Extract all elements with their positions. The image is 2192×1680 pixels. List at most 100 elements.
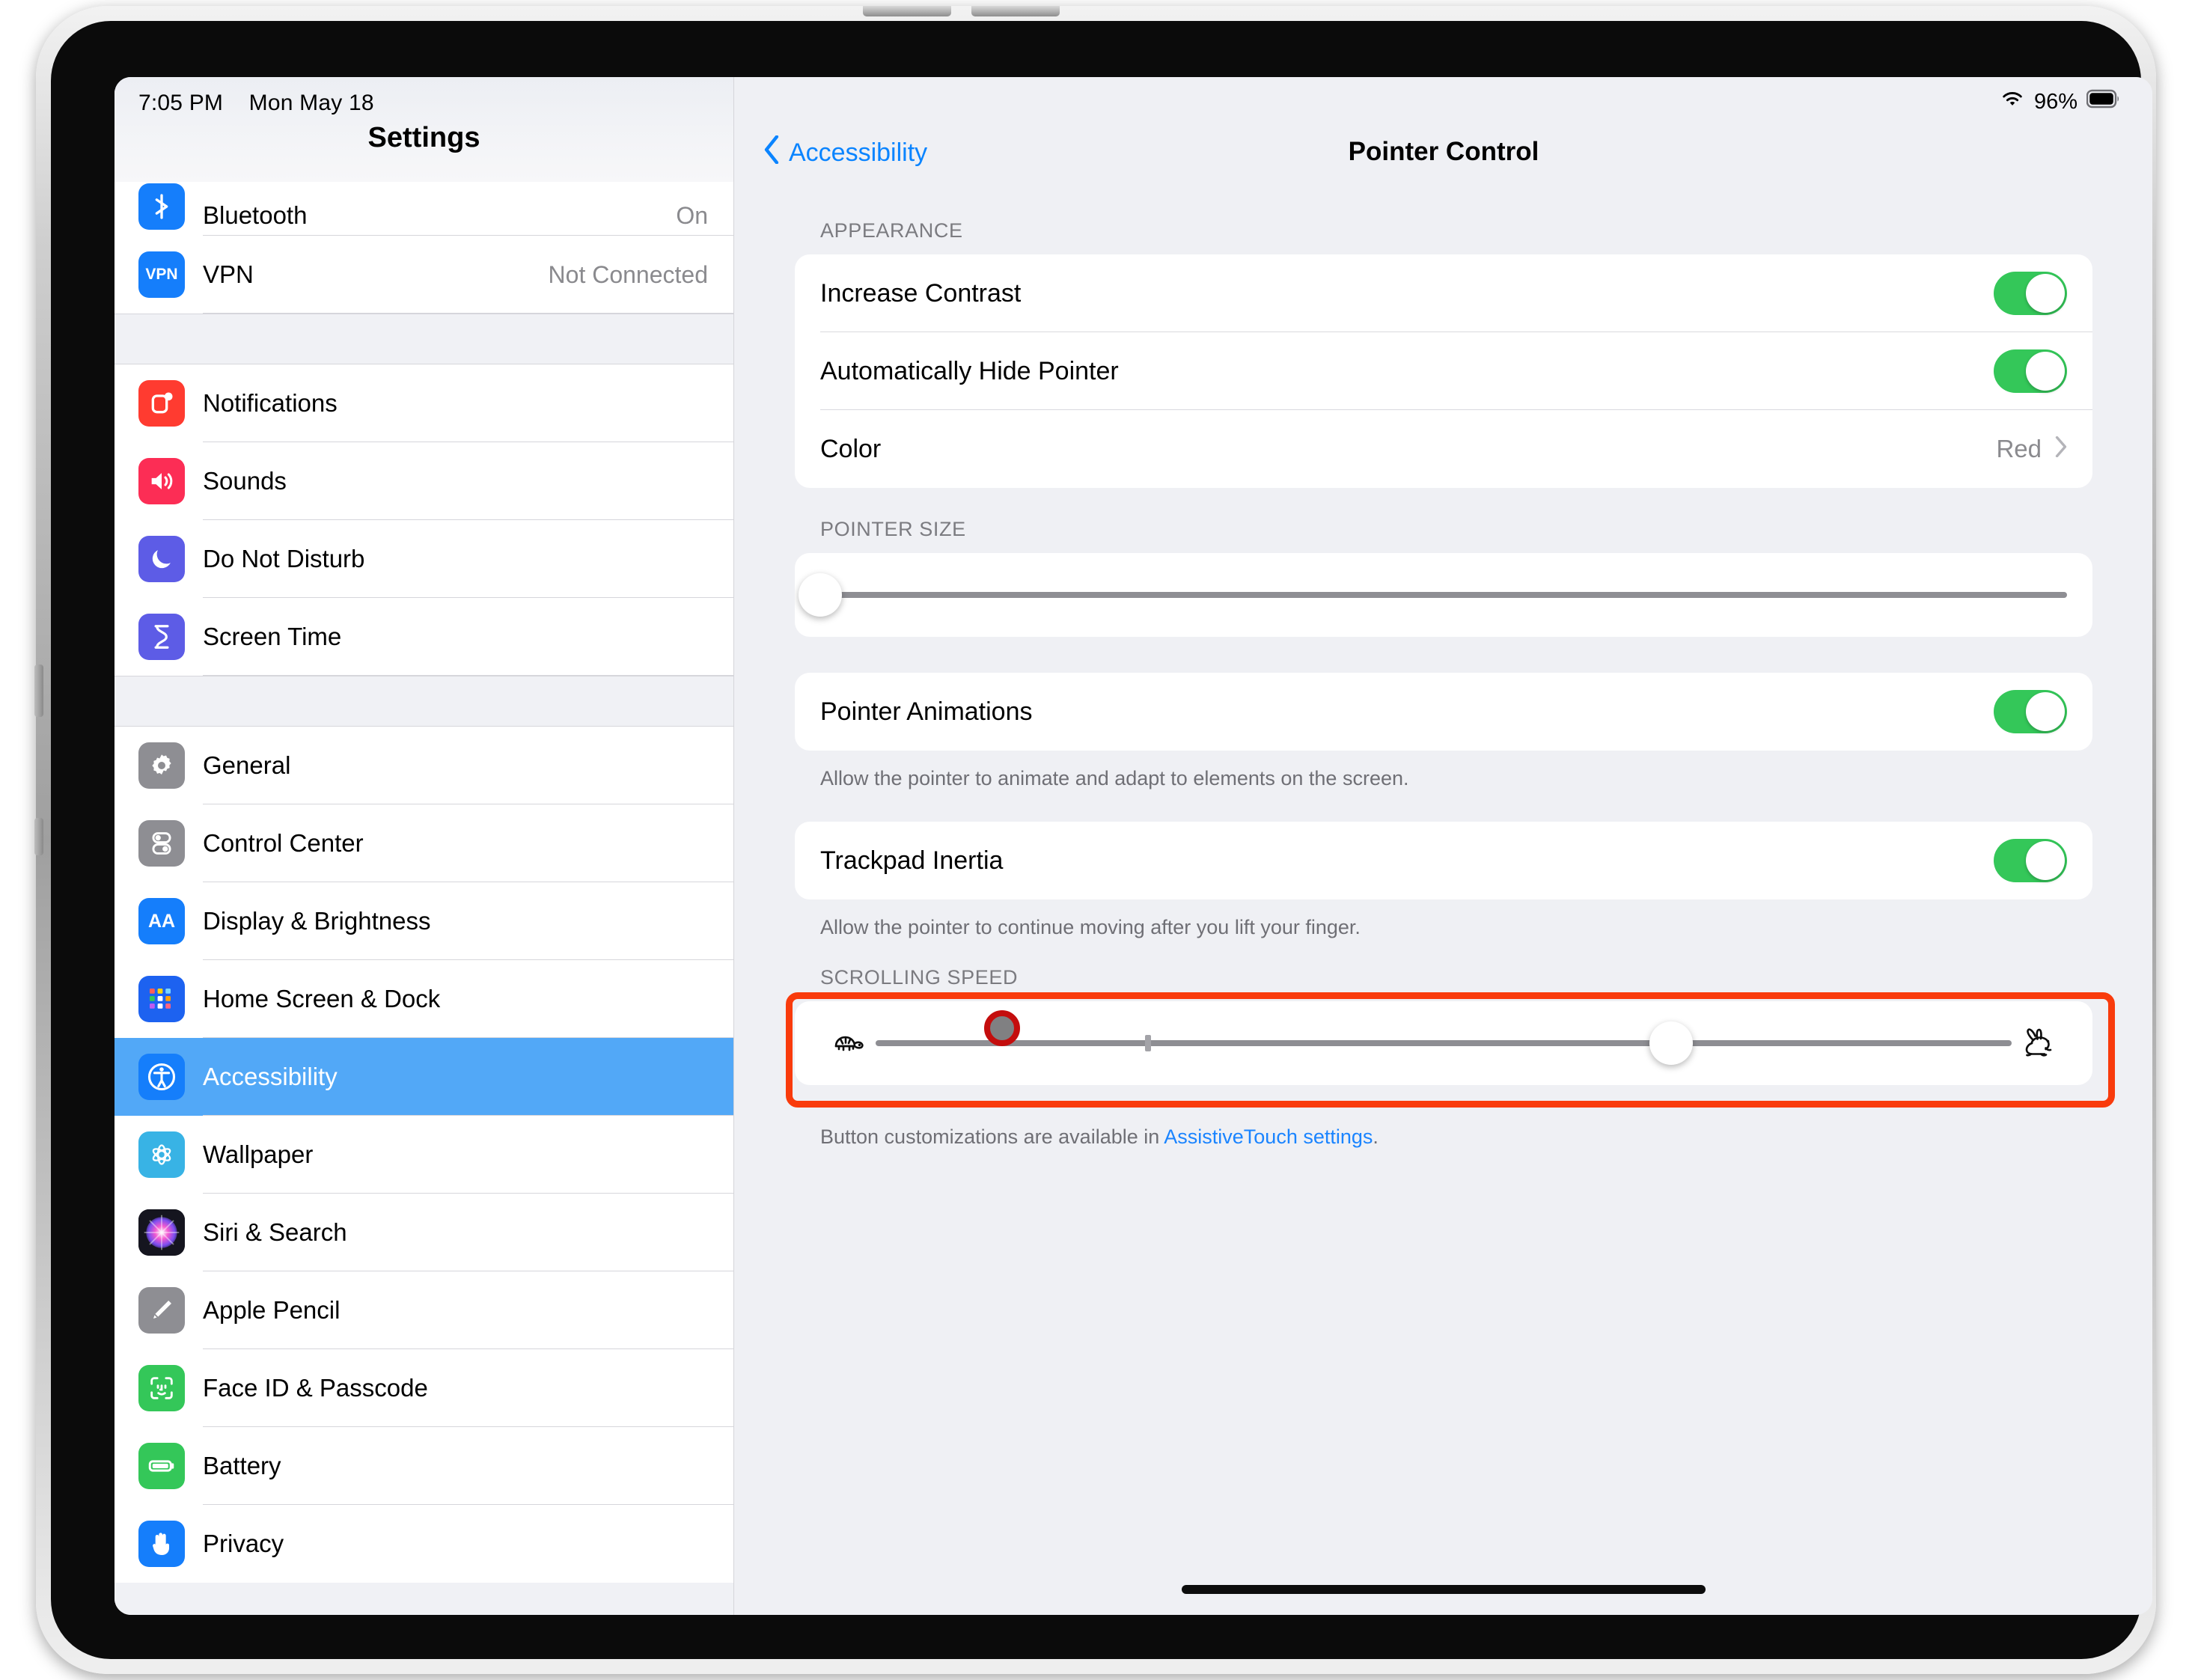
trackpad-inertia-footnote: Allow the pointer to continue moving aft… [820,916,1361,939]
sidebar-item-label: General [203,751,291,779]
footnote-text-after: . [1373,1125,1379,1149]
apple-pencil-icon [138,1287,185,1334]
row-increase-contrast[interactable]: Increase Contrast [795,254,2092,332]
pointer-size-track[interactable] [799,573,2067,617]
display-brightness-icon: AA [138,898,185,944]
sidebar-item-value: Not Connected [548,260,708,288]
sidebar-item-label: Sounds [203,467,287,495]
battery-percent-label: 96% [2033,89,2077,114]
sidebar-item-battery[interactable]: Battery [115,1427,733,1505]
siri-search-icon [138,1209,185,1256]
toggle-knob [2026,841,2065,881]
increase-contrast-label: Increase Contrast [820,278,1022,308]
sidebar-item-screen-time[interactable]: Screen Time [115,598,733,676]
volume-up-button[interactable] [863,6,951,16]
sidebar-item-label: Control Center [203,829,364,857]
page-title: Settings [367,122,480,153]
scrolling-speed-tick [1145,1035,1152,1052]
sidebar-item-general[interactable]: General [115,727,733,804]
sidebar-item-label: Privacy [203,1530,284,1557]
sidebar-item-label: Battery [203,1452,281,1479]
scrolling-speed-section-header: SCROLLING SPEED [820,966,1019,989]
trackpad-inertia-card: Trackpad Inertia [795,822,2092,900]
auto-hide-pointer-label: Automatically Hide Pointer [820,356,1119,385]
turtle-icon [820,1027,876,1060]
status-date: Mon May 18 [248,91,374,115]
sidebar-item-label: Face ID & Passcode [203,1374,428,1402]
auto-hide-pointer-toggle[interactable] [1994,349,2067,393]
accessibility-icon [138,1054,185,1100]
pointer-control-pane: 96% Accessibility Pointer Control APPEAR… [735,77,2152,1615]
face-id-icon [138,1365,185,1411]
color-value-text: Red [1996,435,2042,462]
sidebar-item-notifications[interactable]: Notifications [115,364,733,442]
scrolling-speed-track[interactable] [876,1021,2012,1066]
sidebar-item-bluetooth[interactable]: Bluetooth On [115,182,733,236]
scrolling-speed-thumb[interactable] [1649,1021,1693,1066]
pointer-animations-toggle[interactable] [1994,690,2067,733]
mouse-pointer [984,1010,1020,1046]
sidebar-item-privacy[interactable]: Privacy [115,1505,733,1583]
row-separator [203,313,733,314]
volume-down-button[interactable] [971,6,1060,16]
ipad-screen: 7:05 PM Mon May 18 Settings Bluetooth On… [115,77,2152,1615]
sidebar-item-face-id-passcode[interactable]: Face ID & Passcode [115,1349,733,1427]
sidebar-item-home-screen-dock[interactable]: Home Screen & Dock [115,960,733,1038]
toggle-knob [2026,692,2065,731]
trackpad-inertia-label: Trackpad Inertia [820,846,1004,875]
increase-contrast-toggle[interactable] [1994,272,2067,315]
sidebar-item-control-center[interactable]: Control Center [115,804,733,882]
trackpad-inertia-toggle[interactable] [1994,839,2067,883]
sidebar-item-display-brightness[interactable]: AA Display & Brightness [115,882,733,960]
sidebar-item-wallpaper[interactable]: Wallpaper [115,1116,733,1194]
battery-icon [2086,89,2121,114]
gear-icon [138,742,185,789]
control-center-icon [138,820,185,867]
navigation-bar: 96% Accessibility Pointer Control [735,77,2152,189]
status-time: 7:05 PM [138,91,224,115]
scrolling-speed-slider-row[interactable] [795,1001,2092,1085]
row-automatically-hide-pointer[interactable]: Automatically Hide Pointer [795,332,2092,410]
row-separator [203,675,733,676]
assistive-touch-footnote: Button customizations are available in A… [820,1124,2092,1150]
row-color[interactable]: Color Red [795,410,2092,488]
side-button-upper[interactable] [34,665,43,717]
settings-sidebar: 7:05 PM Mon May 18 Settings Bluetooth On… [115,77,734,1615]
battery-settings-icon [138,1443,185,1489]
sidebar-list[interactable]: Bluetooth On VPN VPN Not Connected Notif… [115,182,733,1615]
do-not-disturb-icon [138,536,185,582]
pointer-animations-card: Pointer Animations [795,673,2092,751]
color-label: Color [820,434,882,463]
row-pointer-animations[interactable]: Pointer Animations [795,673,2092,751]
pointer-size-section-header: POINTER SIZE [820,518,966,540]
sidebar-item-label: Wallpaper [203,1140,314,1168]
sidebar-item-apple-pencil[interactable]: Apple Pencil [115,1271,733,1349]
sidebar-item-vpn[interactable]: VPN VPN Not Connected [115,236,733,314]
vpn-icon: VPN [138,251,185,298]
rabbit-icon [2012,1025,2067,1061]
wifi-icon [2000,89,2025,114]
footnote-text-before: Button customizations are available in [820,1125,1164,1149]
notifications-icon [138,380,185,427]
sidebar-item-label: Display & Brightness [203,907,431,935]
sidebar-header: 7:05 PM Mon May 18 Settings [115,77,733,183]
sidebar-item-do-not-disturb[interactable]: Do Not Disturb [115,520,733,598]
assistive-touch-settings-link[interactable]: AssistiveTouch settings [1164,1125,1373,1148]
sidebar-item-label: Apple Pencil [203,1296,341,1324]
home-screen-dock-icon [138,976,185,1022]
sounds-icon [138,458,185,504]
sidebar-item-accessibility[interactable]: Accessibility [115,1038,733,1116]
pointer-size-slider-row[interactable] [795,553,2092,637]
pointer-size-thumb[interactable] [799,573,842,617]
sidebar-item-siri-search[interactable]: Siri & Search [115,1194,733,1271]
ipad-device-frame: 7:05 PM Mon May 18 Settings Bluetooth On… [34,6,2156,1674]
pointer-animations-footnote: Allow the pointer to animate and adapt t… [820,767,1409,789]
row-trackpad-inertia[interactable]: Trackpad Inertia [795,822,2092,899]
side-button-lower[interactable] [34,818,43,855]
sidebar-item-label: VPN [203,260,254,288]
appearance-card: Increase Contrast Automatically Hide Poi… [795,254,2092,488]
sidebar-item-sounds[interactable]: Sounds [115,442,733,520]
sidebar-item-label: Home Screen & Dock [203,985,441,1012]
